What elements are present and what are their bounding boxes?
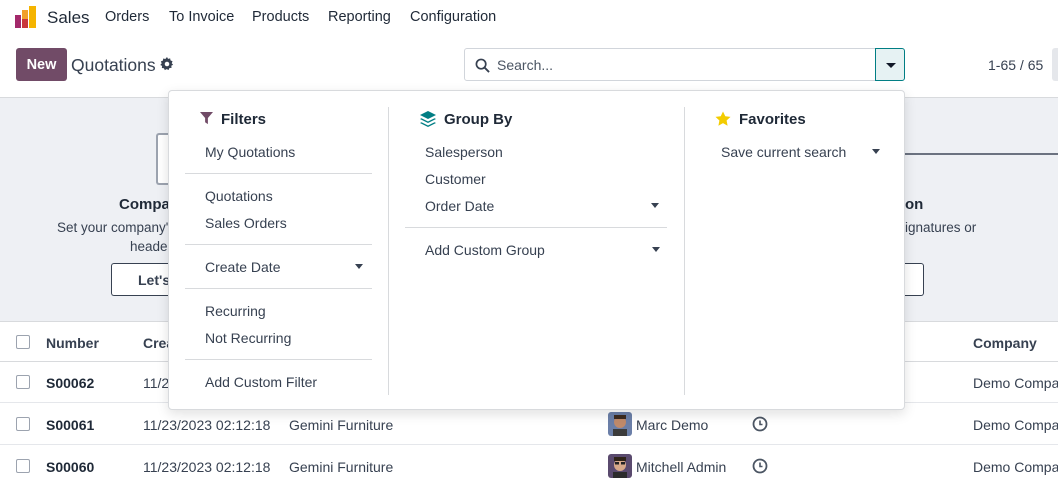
table-row[interactable]: S00060 11/23/2023 02:12:18 Gemini Furnit… xyxy=(0,446,1058,480)
customer: Gemini Furniture xyxy=(289,459,394,475)
row-checkbox[interactable] xyxy=(16,459,30,473)
filter-not-recurring[interactable]: Not Recurring xyxy=(205,330,291,346)
divider xyxy=(405,227,667,228)
order-number: S00062 xyxy=(46,375,95,391)
search-icon xyxy=(475,58,490,73)
top-navbar: Sales Orders To Invoice Products Reporti… xyxy=(0,0,1058,36)
nav-to-invoice[interactable]: To Invoice xyxy=(169,9,234,25)
banner-step-text: ignatures or xyxy=(905,220,977,235)
pager-value[interactable]: 1-65 / 65 xyxy=(988,57,1043,73)
column-divider xyxy=(388,107,389,395)
banner-step-button[interactable] xyxy=(904,263,924,296)
search-bar xyxy=(464,48,876,81)
nav-reporting[interactable]: Reporting xyxy=(328,9,391,25)
order-number: S00061 xyxy=(46,417,95,433)
banner-step-button[interactable]: Let's xyxy=(111,263,171,296)
column-number[interactable]: Number xyxy=(46,335,99,351)
salesperson: Mitchell Admin xyxy=(636,459,727,475)
divider xyxy=(185,288,372,289)
clock-icon[interactable] xyxy=(752,458,768,474)
avatar xyxy=(608,454,632,478)
company: Demo Compa xyxy=(973,375,1058,391)
filter-create-date[interactable]: Create Date xyxy=(205,259,280,275)
add-custom-group[interactable]: Add Custom Group xyxy=(425,242,545,258)
row-checkbox[interactable] xyxy=(16,417,30,431)
order-number: S00060 xyxy=(46,459,95,475)
new-button[interactable]: New xyxy=(16,48,67,81)
group-by-title: Group By xyxy=(444,111,513,128)
filters-title: Filters xyxy=(221,111,267,128)
sales-app-icon[interactable] xyxy=(15,6,37,28)
filter-sales-orders[interactable]: Sales Orders xyxy=(205,215,287,231)
layers-icon xyxy=(420,111,436,127)
creation-date: 11/2 xyxy=(143,375,170,391)
group-order-date[interactable]: Order Date xyxy=(425,198,494,214)
divider xyxy=(185,173,372,174)
nav-orders[interactable]: Orders xyxy=(105,9,149,25)
column-company[interactable]: Company xyxy=(973,335,1037,351)
clock-icon[interactable] xyxy=(752,416,768,432)
row-checkbox[interactable] xyxy=(16,375,30,389)
caret-down-icon xyxy=(886,63,896,68)
page-title: Quotations xyxy=(71,55,156,75)
banner-step-text: Set your company's xyxy=(57,220,176,235)
creation-date: 11/23/2023 02:12:18 xyxy=(143,417,271,433)
divider xyxy=(185,359,372,360)
save-current-search[interactable]: Save current search xyxy=(721,144,846,160)
group-customer[interactable]: Customer xyxy=(425,171,486,187)
nav-configuration[interactable]: Configuration xyxy=(410,9,496,25)
customer: Gemini Furniture xyxy=(289,417,394,433)
company: Demo Compa xyxy=(973,459,1058,475)
nav-products[interactable]: Products xyxy=(252,9,309,25)
table-row[interactable]: S00061 11/23/2023 02:12:18 Gemini Furnit… xyxy=(0,404,1058,445)
filter-quotations[interactable]: Quotations xyxy=(205,188,273,204)
banner-divider xyxy=(905,153,1058,155)
favorites-title: Favorites xyxy=(739,111,806,128)
pager-previous-button[interactable] xyxy=(1052,48,1058,81)
caret-down-icon[interactable] xyxy=(651,203,659,208)
search-options-toggle[interactable] xyxy=(875,48,905,81)
caret-down-icon[interactable] xyxy=(872,149,880,154)
caret-down-icon[interactable] xyxy=(355,264,363,269)
banner-step-text: header xyxy=(130,239,173,254)
salesperson: Marc Demo xyxy=(636,417,709,433)
company: Demo Compa xyxy=(973,417,1058,433)
select-all-checkbox[interactable] xyxy=(16,335,30,349)
banner-step-title: on xyxy=(905,196,924,213)
filter-recurring[interactable]: Recurring xyxy=(205,303,266,319)
star-icon xyxy=(715,111,731,126)
app-name[interactable]: Sales xyxy=(47,8,90,28)
caret-down-icon[interactable] xyxy=(652,247,660,252)
avatar xyxy=(608,412,632,436)
filter-icon xyxy=(200,112,213,125)
gear-icon[interactable] xyxy=(160,57,174,71)
banner-step-title: Compa xyxy=(119,196,170,213)
column-divider xyxy=(684,107,685,395)
add-custom-filter[interactable]: Add Custom Filter xyxy=(205,374,317,390)
filter-my-quotations[interactable]: My Quotations xyxy=(205,144,295,160)
search-panel-dropdown: Filters My Quotations Quotations Sales O… xyxy=(168,90,905,410)
creation-date: 11/23/2023 02:12:18 xyxy=(143,459,271,475)
group-salesperson[interactable]: Salesperson xyxy=(425,144,503,160)
divider xyxy=(185,244,372,245)
search-input[interactable] xyxy=(497,55,857,75)
